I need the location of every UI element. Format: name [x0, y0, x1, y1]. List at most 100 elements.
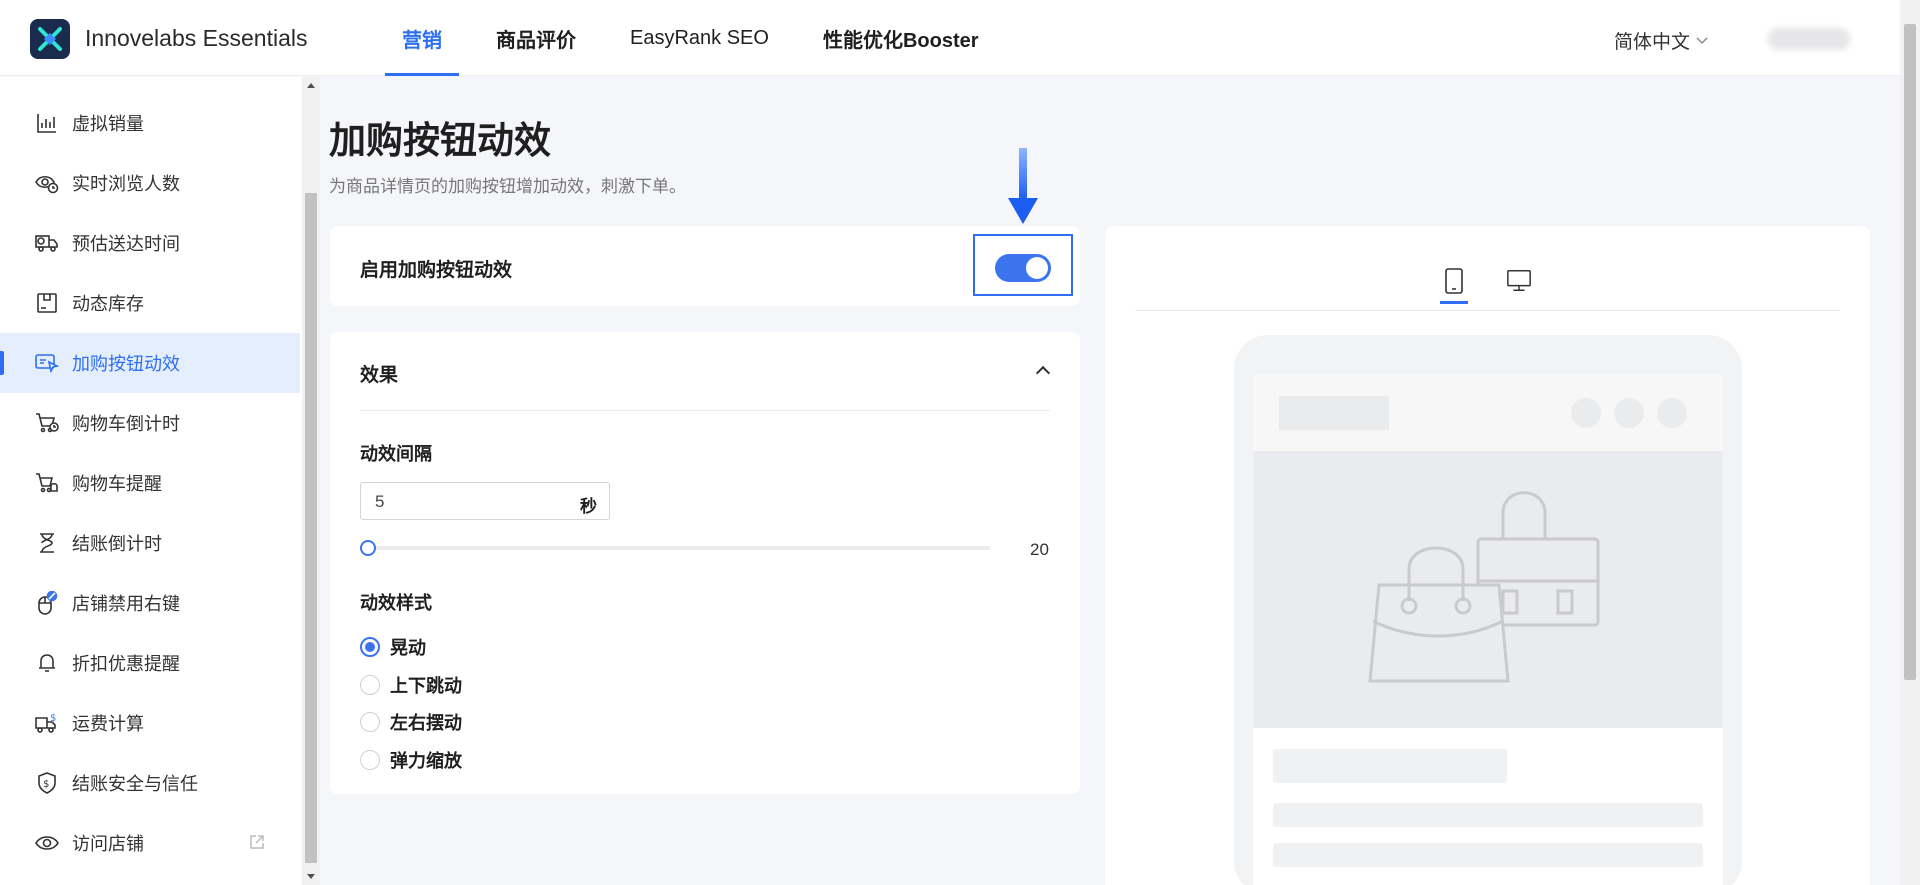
delivery-truck-icon — [34, 230, 60, 256]
nav-reviews[interactable]: 商品评价 — [479, 0, 593, 76]
page-scrollbar[interactable] — [1900, 0, 1920, 885]
interval-input[interactable]: 5 秒 — [360, 482, 610, 520]
sidebar-item-label: 结账倒计时 — [72, 534, 162, 554]
radio-indicator — [360, 712, 380, 732]
brand-name: Innovelabs Essentials — [85, 25, 308, 51]
chevron-down-icon — [1696, 36, 1708, 44]
slider-track[interactable] — [360, 546, 990, 550]
sidebar-item-label: 动态库存 — [72, 294, 144, 314]
cart-bell-icon — [34, 470, 60, 496]
enable-card: 启用加购按钮动效 — [330, 226, 1080, 306]
svg-text:$: $ — [43, 779, 49, 790]
effect-card: 效果 动效间隔 5 秒 20 动效样式 晃动 上下跳动 左右摆动 弹力缩放 — [330, 332, 1080, 794]
brand-logo[interactable] — [30, 19, 70, 59]
shopping-bags-icon — [1368, 491, 1600, 683]
language-label: 简体中文 — [1614, 32, 1691, 53]
sidebar-item-disable-right-click[interactable]: 店铺禁用右键 — [0, 573, 300, 633]
sidebar-item-shipping-calc[interactable]: $ 运费计算 — [0, 693, 300, 753]
divider — [360, 410, 1050, 411]
nav-marketing[interactable]: 营销 — [385, 0, 459, 76]
sidebar-item-dynamic-stock[interactable]: 动态库存 — [0, 273, 300, 333]
page-scrollbar-thumb[interactable] — [1904, 24, 1916, 680]
logo-x-icon — [38, 27, 62, 51]
sidebar-item-label: 实时浏览人数 — [72, 174, 180, 194]
mock-logo-block — [1279, 396, 1389, 430]
eye-icon — [34, 830, 60, 856]
sidebar-item-label: 店铺禁用右键 — [72, 594, 180, 614]
sidebar-item-virtual-sales[interactable]: 虚拟销量 — [0, 93, 300, 153]
radio-label: 上下跳动 — [390, 676, 462, 696]
cart-clock-icon — [34, 410, 60, 436]
preview-card — [1105, 226, 1870, 885]
external-link-icon — [248, 833, 266, 856]
language-selector[interactable]: 简体中文 — [1614, 27, 1708, 54]
interval-slider[interactable] — [360, 538, 990, 558]
radio-label: 左右摆动 — [390, 713, 462, 733]
sidebar-item-label: 加购按钮动效 — [72, 354, 180, 374]
sidebar-item-label: 购物车提醒 — [72, 474, 162, 494]
mock-icon-circle — [1614, 398, 1644, 428]
chevron-up-icon[interactable] — [1035, 365, 1051, 381]
radio-indicator — [360, 637, 380, 657]
sidebar-item-label: 虚拟销量 — [72, 114, 144, 134]
main-nav: 营销 商品评价 EasyRank SEO 性能优化Booster — [385, 0, 1016, 76]
shipping-dollar-icon: $ — [34, 710, 60, 736]
sidebar-item-checkout-trust[interactable]: $ 结账安全与信任 — [0, 753, 300, 813]
sidebar-item-checkout-countdown[interactable]: 结账倒计时 — [0, 513, 300, 573]
radio-indicator — [360, 675, 380, 695]
scroll-down-arrow-icon[interactable] — [307, 874, 315, 879]
nav-easyrank-seo[interactable]: EasyRank SEO — [613, 0, 786, 76]
sidebar-item-cart-countdown[interactable]: 购物车倒计时 — [0, 393, 300, 453]
sidebar-item-live-viewers[interactable]: 实时浏览人数 — [0, 153, 300, 213]
sidebar-item-label: 折扣优惠提醒 — [72, 654, 180, 674]
toggle-knob — [1026, 257, 1048, 279]
nav-booster[interactable]: 性能优化Booster — [806, 0, 996, 76]
bar-chart-icon — [34, 110, 60, 136]
radio-indicator — [360, 750, 380, 770]
sidebar-item-cart-reminder[interactable]: 购物车提醒 — [0, 453, 300, 513]
sidebar-item-visit-store[interactable]: 访问店铺 — [0, 813, 300, 873]
pointer-arrow-icon — [1008, 148, 1038, 224]
radio-shake[interactable]: 晃动 — [360, 634, 426, 660]
hourglass-icon — [34, 530, 60, 556]
top-header: Innovelabs Essentials 营销 商品评价 EasyRank S… — [0, 0, 1900, 76]
mock-icon-circle — [1571, 398, 1601, 428]
mock-header-bar — [1253, 375, 1723, 451]
svg-text:$: $ — [50, 713, 56, 724]
sidebar: 虚拟销量 实时浏览人数 预估送达时间 动态库存 加购按钮动效 购物车倒计时 购物… — [0, 77, 302, 885]
radio-elastic-scale[interactable]: 弹力缩放 — [360, 747, 462, 773]
sidebar-item-add-to-cart-animation[interactable]: 加购按钮动效 — [0, 333, 300, 393]
phone-mockup — [1234, 335, 1742, 885]
mobile-device-icon[interactable] — [1440, 268, 1468, 304]
desktop-monitor-icon[interactable] — [1506, 268, 1532, 298]
mock-text-line — [1273, 843, 1703, 867]
page-title: 加购按钮动效 — [329, 120, 551, 161]
mock-product-image — [1253, 451, 1723, 728]
radio-bounce[interactable]: 上下跳动 — [360, 672, 462, 698]
sidebar-item-label: 结账安全与信任 — [72, 774, 198, 794]
phone-screen — [1253, 375, 1723, 885]
sidebar-item-estimated-delivery[interactable]: 预估送达时间 — [0, 213, 300, 273]
style-label: 动效样式 — [360, 593, 432, 613]
eye-clock-icon — [34, 170, 60, 196]
scroll-up-arrow-icon[interactable] — [307, 83, 315, 88]
mock-icon-circle — [1657, 398, 1687, 428]
enable-toggle[interactable] — [995, 254, 1051, 282]
sidebar-item-label: 访问店铺 — [72, 834, 144, 854]
bell-icon — [34, 650, 60, 676]
device-tabs — [1105, 226, 1870, 310]
sidebar-scrollbar-thumb[interactable] — [305, 193, 317, 863]
sidebar-item-label: 购物车倒计时 — [72, 414, 180, 434]
user-account-blurred[interactable] — [1768, 28, 1850, 50]
mock-text-line — [1273, 803, 1703, 827]
interval-label: 动效间隔 — [360, 444, 432, 464]
sidebar-scrollbar[interactable] — [302, 77, 320, 885]
device-tabs-divider — [1135, 310, 1840, 311]
button-cursor-icon — [34, 350, 60, 376]
enable-label: 启用加购按钮动效 — [360, 260, 513, 281]
sidebar-item-label: 预估送达时间 — [72, 234, 180, 254]
sidebar-item-discount-reminder[interactable]: 折扣优惠提醒 — [0, 633, 300, 693]
slider-handle[interactable] — [360, 540, 376, 556]
effect-heading: 效果 — [360, 365, 399, 386]
radio-swing[interactable]: 左右摆动 — [360, 709, 462, 735]
